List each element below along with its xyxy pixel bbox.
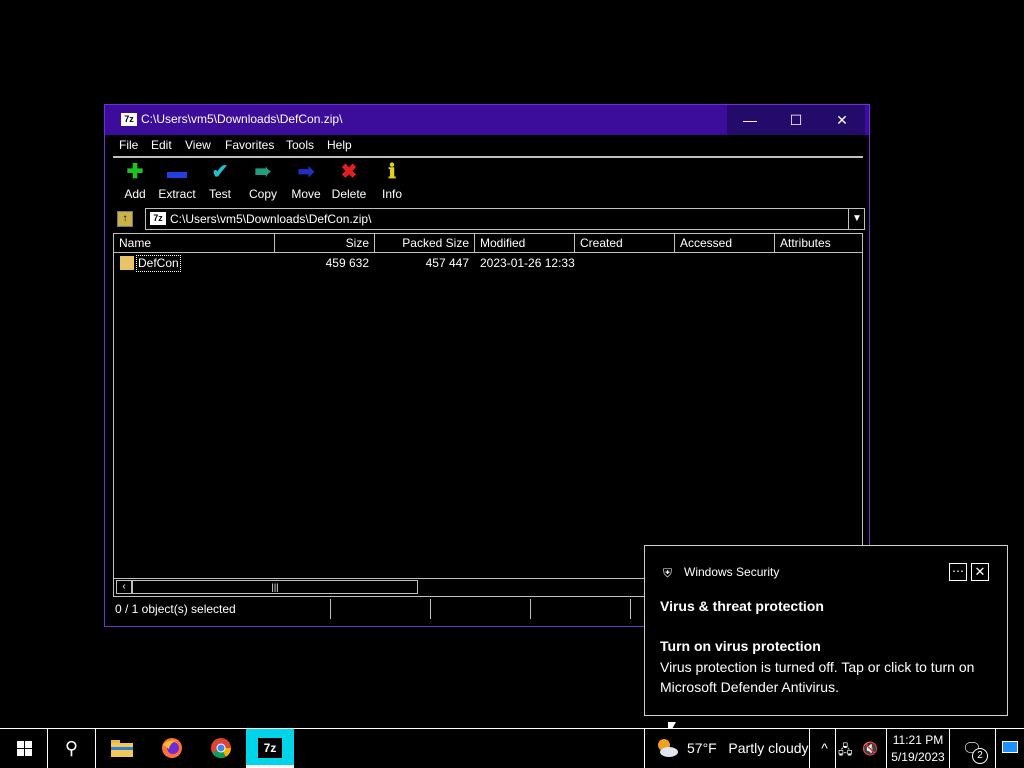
chevron-up-icon: ^ (821, 740, 828, 756)
file-list: Name Size Packed Size Modified Created A… (113, 233, 863, 597)
x-icon: ✖ (340, 161, 358, 183)
menu-file[interactable]: File (119, 138, 138, 152)
menu-bar: File Edit View Favorites Tools Help (113, 136, 863, 158)
column-accessed[interactable]: Accessed (675, 234, 775, 252)
desktop-icon (1002, 741, 1018, 753)
partly-cloudy-icon (658, 739, 678, 757)
action-center-button[interactable]: 🗨 2 (952, 729, 996, 768)
column-packed-size[interactable]: Packed Size (375, 234, 475, 252)
clock-date: 5/19/2023 (891, 750, 945, 764)
info-button[interactable]: ℹ Info (370, 161, 414, 205)
show-desktop-button[interactable] (998, 729, 1024, 768)
row-size: 459 632 (325, 256, 369, 270)
sevenzip-taskbar-button[interactable]: 7z (246, 729, 294, 768)
clock[interactable]: 11:21 PM 5/19/2023 (886, 729, 950, 768)
arrow-right-icon: ➡ (297, 161, 315, 183)
maximize-button[interactable]: ☐ (773, 105, 819, 135)
taskbar: ⚲ 7z 57°F Partly cloudy ^ 🖧 🔇 11:21 PM 5… (0, 728, 1024, 768)
address-bar: ↑ 7z ▼ (113, 207, 865, 231)
more-options-icon[interactable]: ⋯ (949, 563, 967, 581)
address-input[interactable] (170, 211, 830, 227)
status-size (331, 599, 431, 619)
scroll-thumb[interactable]: ||| (132, 580, 418, 594)
shield-icon: ⛨ (663, 566, 673, 580)
table-row[interactable]: DefCon 459 632 457 447 2023-01-26 12:33 (114, 254, 862, 272)
search-button[interactable]: ⚲ (48, 729, 96, 768)
row-accessed (680, 254, 770, 272)
windows-logo-icon (17, 741, 32, 756)
notification-body: Virus protection is turned off. Tap or c… (660, 659, 975, 695)
status-modified (531, 599, 631, 619)
firefox-button[interactable] (148, 729, 196, 768)
toolbar: ✚ Add ▬ Extract ✔ Test ➠ Copy ➡ Move ✖ D… (113, 159, 863, 205)
security-notification[interactable]: ⛨ Windows Security ⋯ ✕ Virus & threat pr… (644, 545, 1008, 716)
address-box: 7z ▼ (145, 208, 865, 230)
weather-widget[interactable]: 57°F Partly cloudy (644, 729, 810, 768)
clock-time: 11:21 PM (892, 733, 944, 747)
folder-up-icon[interactable]: ↑ (117, 211, 133, 227)
volume-muted-icon[interactable]: 🔇 (862, 741, 882, 757)
firefox-icon (162, 738, 182, 758)
menu-favorites[interactable]: Favorites (225, 138, 274, 152)
column-name[interactable]: Name (114, 234, 275, 252)
double-arrow-icon: ➠ (254, 161, 272, 183)
sevenzip-archive-icon: 7z (150, 212, 166, 225)
start-button[interactable] (0, 729, 48, 768)
close-button[interactable]: ✕ (819, 105, 865, 135)
minus-icon: ▬ (167, 161, 187, 183)
column-attributes[interactable]: Attributes (775, 234, 862, 252)
status-selection: 0 / 1 object(s) selected (113, 599, 331, 619)
row-packed-size: 457 447 (425, 256, 469, 270)
plus-icon: ✚ (126, 161, 144, 183)
chrome-button[interactable] (197, 729, 245, 768)
weather-temp: 57°F (687, 740, 717, 756)
title-bar[interactable]: 7z C:\Users\vm5\Downloads\DefCon.zip\ — … (105, 105, 869, 135)
folder-icon (120, 256, 134, 270)
network-icon[interactable]: 🖧 (838, 741, 856, 757)
minimize-button[interactable]: — (727, 105, 773, 135)
show-hidden-icons-button[interactable]: ^ (814, 729, 836, 768)
row-modified: 2023-01-26 12:33 (480, 256, 575, 270)
weather-text: 57°F Partly cloudy (687, 740, 809, 756)
chevron-down-icon[interactable]: ▼ (848, 209, 865, 229)
column-modified[interactable]: Modified (475, 234, 575, 252)
status-packed (431, 599, 531, 619)
notification-app-name: Windows Security (684, 565, 780, 579)
chrome-icon (211, 738, 232, 759)
info-label: Info (381, 187, 402, 201)
menu-edit[interactable]: Edit (151, 138, 172, 152)
menu-help[interactable]: Help (327, 138, 352, 152)
column-created[interactable]: Created (575, 234, 675, 252)
folder-icon (111, 740, 133, 757)
window-title: C:\Users\vm5\Downloads\DefCon.zip\ (141, 112, 343, 126)
row-name: DefCon (136, 255, 181, 272)
weather-condition: Partly cloudy (728, 740, 809, 756)
search-icon: ⚲ (64, 738, 79, 758)
file-explorer-button[interactable] (98, 729, 146, 768)
row-attributes (780, 254, 860, 272)
notification-heading: Virus & threat protection (660, 598, 824, 614)
menu-view[interactable]: View (185, 138, 211, 152)
sevenzip-app-icon: 7z (121, 113, 137, 126)
notification-count-badge: 2 (972, 748, 988, 764)
menu-tools[interactable]: Tools (286, 138, 314, 152)
row-created (580, 254, 670, 272)
sevenzip-icon: 7z (258, 738, 282, 758)
info-icon: ℹ (388, 161, 396, 183)
check-icon: ✔ (211, 161, 229, 183)
scroll-left-icon[interactable]: ‹ (116, 580, 132, 594)
column-header: Name Size Packed Size Modified Created A… (114, 234, 862, 253)
column-size[interactable]: Size (275, 234, 375, 252)
notification-subheading: Turn on virus protection (660, 638, 821, 654)
close-icon[interactable]: ✕ (971, 563, 989, 581)
